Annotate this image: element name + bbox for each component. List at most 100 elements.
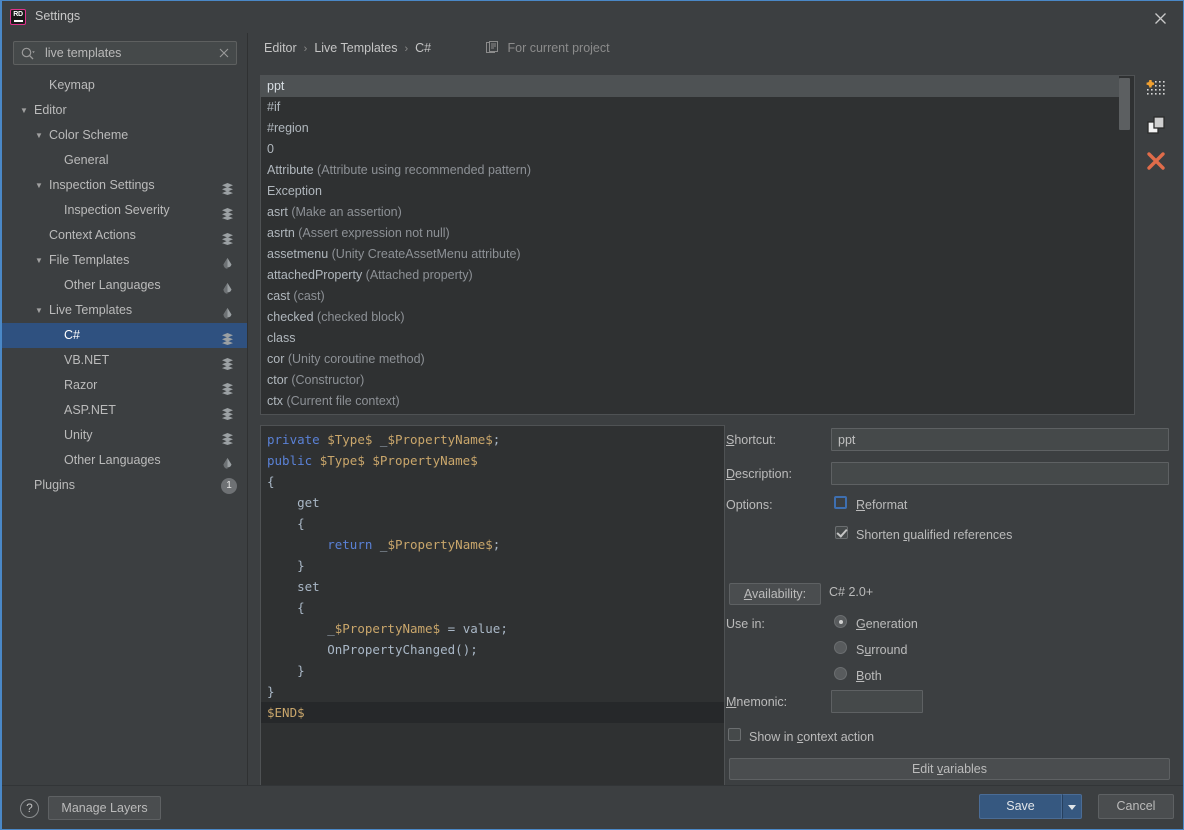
description-input[interactable] (831, 462, 1169, 485)
use-in-both-radio[interactable] (834, 667, 847, 680)
template-code: private $Type$ _$PropertyName$; public $T… (261, 429, 724, 723)
use-in-surround-radio[interactable] (834, 641, 847, 654)
droplet-icon (221, 254, 234, 269)
template-name: asrtn (267, 226, 295, 240)
chevron-down-icon[interactable]: ▼ (33, 248, 45, 273)
save-button[interactable]: Save (979, 794, 1062, 819)
template-list-item[interactable]: Attribute (Attribute using recommended p… (261, 160, 1119, 181)
settings-tree: Keymap ▼ Editor ▼ Color Scheme General ▼ Inspec… (2, 73, 247, 773)
scrollbar-thumb[interactable] (1119, 78, 1130, 130)
sidebar-item-label: Plugins (34, 478, 75, 492)
availability-button[interactable]: Availability: (729, 583, 821, 605)
template-list-item[interactable]: ctx (Current file context) (261, 391, 1119, 412)
chevron-down-icon[interactable]: ▼ (33, 173, 45, 198)
mnemonic-label: Mnemonic: (726, 695, 788, 709)
template-list-item[interactable]: #region (261, 118, 1119, 139)
template-list-item[interactable]: #if (261, 97, 1119, 118)
sidebar-item-c[interactable]: C# (2, 323, 247, 348)
template-description: (Unity coroutine method) (284, 352, 425, 366)
chevron-down-icon[interactable]: ▼ (33, 298, 45, 323)
sidebar-item-label: ASP.NET (64, 403, 116, 417)
template-name: attachedProperty (267, 268, 363, 282)
sidebar-item-asp-net[interactable]: ASP.NET (2, 398, 247, 423)
delete-x-icon[interactable] (1144, 149, 1174, 177)
sidebar-item-color-scheme[interactable]: ▼ Color Scheme (2, 123, 247, 148)
sidebar-item-general[interactable]: General (2, 148, 247, 173)
sidebar-item-plugins[interactable]: Plugins 1 (2, 473, 247, 498)
template-list-item[interactable]: asrtn (Assert expression not null) (261, 223, 1119, 244)
search-input[interactable] (43, 42, 213, 64)
template-list[interactable]: ppt #if #region 0 Attribute (Attribute using… (261, 76, 1119, 414)
reformat-label: Reformat (856, 498, 908, 512)
sidebar-item-inspection-settings[interactable]: ▼ Inspection Settings (2, 173, 247, 198)
code-line: } (267, 684, 275, 699)
clear-icon[interactable] (217, 46, 231, 60)
template-list-item[interactable]: Exception (261, 181, 1119, 202)
code-line: { (297, 600, 305, 615)
sidebar-item-context-actions[interactable]: Context Actions (2, 223, 247, 248)
use-in-generation-radio[interactable] (834, 615, 847, 628)
template-list-item[interactable]: assetmenu (Unity CreateAssetMenu attribu… (261, 244, 1119, 265)
breadcrumb-item[interactable]: C# (415, 41, 431, 55)
manage-layers-button[interactable]: Manage Layers (48, 796, 161, 820)
template-list-item[interactable]: attachedProperty (Attached property) (261, 265, 1119, 286)
sidebar-item-inspection-severity[interactable]: Inspection Severity (2, 198, 247, 223)
close-icon[interactable] (1145, 7, 1175, 29)
template-list-item[interactable]: cast (cast) (261, 286, 1119, 307)
search-box[interactable] (13, 41, 237, 65)
code-line: private $Type$ _$PropertyName$; (267, 432, 501, 447)
shorten-refs-checkbox[interactable] (835, 526, 848, 539)
help-button[interactable]: ? (20, 799, 39, 818)
copy-icon[interactable] (1144, 113, 1174, 141)
sidebar-item-editor[interactable]: ▼ Editor (2, 98, 247, 123)
sidebar-item-vb-net[interactable]: VB.NET (2, 348, 247, 373)
template-toolbar (1140, 77, 1180, 197)
template-properties-form: Shortcut: Description: Options: Reformat… (726, 425, 1184, 797)
template-body-editor[interactable]: private $Type$ _$PropertyName$; public $T… (260, 425, 725, 797)
template-description: (checked block) (313, 310, 405, 324)
description-label-rest: escription: (735, 467, 793, 481)
code-line: set (297, 579, 320, 594)
breadcrumb-item[interactable]: Editor (264, 41, 297, 55)
reformat-checkbox[interactable] (834, 496, 847, 509)
chevron-down-icon[interactable]: ▼ (33, 123, 45, 148)
template-list-item[interactable]: 0 (261, 139, 1119, 160)
layers-icon (221, 204, 234, 220)
sidebar-item-other-languages[interactable]: Other Languages (2, 273, 247, 298)
sidebar-item-file-templates[interactable]: ▼ File Templates (2, 248, 247, 273)
code-line: } (297, 663, 305, 678)
sidebar-item-label: Live Templates (49, 303, 133, 317)
new-template-icon[interactable] (1144, 77, 1174, 105)
sidebar-item-label: File Templates (49, 253, 130, 267)
sidebar-item-razor[interactable]: Razor (2, 373, 247, 398)
save-dropdown-button[interactable] (1062, 794, 1082, 819)
cancel-button[interactable]: Cancel (1098, 794, 1174, 819)
template-description: (Constructor) (287, 373, 365, 387)
use-in-generation-label: Generation (856, 617, 918, 631)
sidebar-item-unity[interactable]: Unity (2, 423, 247, 448)
show-context-action-checkbox[interactable] (728, 728, 741, 741)
edit-variables-button[interactable]: Edit variables (729, 758, 1170, 780)
mnemonic-input[interactable] (831, 690, 923, 713)
sidebar-item-keymap[interactable]: Keymap (2, 73, 247, 98)
template-name: 0 (267, 142, 274, 156)
chevron-down-icon[interactable]: ▼ (18, 98, 30, 123)
breadcrumb-item[interactable]: Live Templates (314, 41, 397, 55)
template-list-item[interactable]: checked (checked block) (261, 307, 1119, 328)
template-name: Attribute (267, 163, 314, 177)
sidebar-item-other-languages[interactable]: Other Languages (2, 448, 247, 473)
shortcut-input[interactable] (831, 428, 1169, 451)
template-list-item[interactable]: asrt (Make an assertion) (261, 202, 1119, 223)
template-list-item[interactable]: class (261, 328, 1119, 349)
template-list-item[interactable]: ctor (Constructor) (261, 370, 1119, 391)
sidebar-item-live-templates[interactable]: ▼ Live Templates (2, 298, 247, 323)
template-list-scrollbar[interactable] (1119, 78, 1130, 412)
template-list-item[interactable]: ppt (261, 76, 1119, 97)
availability-value: C# 2.0+ (829, 585, 874, 599)
breadcrumb: Editor › Live Templates › C# (264, 41, 431, 61)
template-name: cor (267, 352, 285, 366)
window-title: Settings (35, 9, 81, 23)
template-list-item[interactable]: cor (Unity coroutine method) (261, 349, 1119, 370)
use-in-surround-label: Surround (856, 643, 908, 657)
template-name: cast (267, 289, 290, 303)
